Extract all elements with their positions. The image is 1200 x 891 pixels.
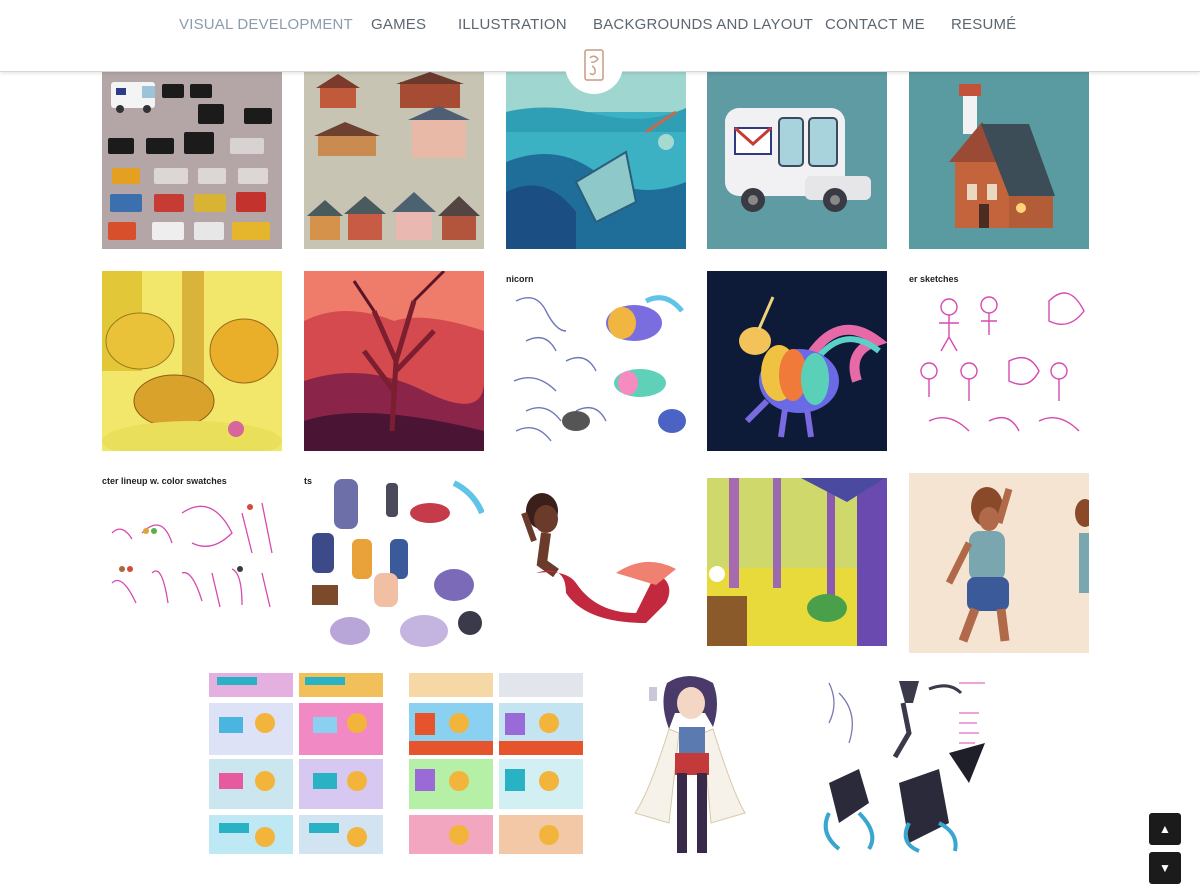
character-designs-thumbnail [304, 473, 484, 649]
gallery-tile-yellow-forest[interactable] [707, 478, 887, 646]
character-lineup-thumbnail [102, 473, 282, 620]
lighthouse-house-thumbnail [909, 72, 1089, 249]
character-sketches-thumbnail [909, 271, 1089, 451]
logo-emblem-icon [584, 49, 604, 81]
gallery-tile-rainbow-unicorn[interactable] [707, 271, 887, 451]
mermaid-thumbnail [506, 473, 686, 635]
nav-illustration[interactable]: ILLUSTRATION [458, 16, 567, 33]
mail-truck-silhouettes-thumbnail [102, 72, 282, 249]
gallery-tile-witch-sketches[interactable] [809, 673, 989, 854]
gallery-tile-sunken-ship-sea[interactable] [506, 72, 686, 249]
gallery-tile-character-sketches[interactable]: er sketches [909, 271, 1089, 451]
nav-contact-me[interactable]: CONTACT ME [825, 16, 925, 33]
gallery-tile-anime-girl[interactable] [609, 673, 784, 854]
gallery-tile-yellow-swamp[interactable] [102, 271, 282, 451]
triangle-up-icon: ▲ [1159, 822, 1171, 836]
gallery-tile-unicorn-sketches[interactable]: nicorn [506, 271, 686, 451]
sketches-caption: er sketches [909, 274, 959, 284]
gallery-tile-red-forest[interactable] [304, 271, 484, 451]
gallery-tile-game-screens-1[interactable] [209, 673, 384, 854]
red-forest-thumbnail [304, 271, 484, 451]
gallery-tile-character-lineup[interactable]: cter lineup w. color swatches [102, 473, 282, 620]
nav-resume[interactable]: RESUMÉ [951, 16, 1016, 33]
gallery-tile-mermaid[interactable] [506, 473, 686, 635]
gallery-tile-mail-truck-silhouettes[interactable] [102, 72, 282, 249]
houses-thumbnail [304, 72, 484, 249]
gallery-tile-lighthouse-house[interactable] [909, 72, 1089, 249]
mail-truck-thumbnail [707, 72, 887, 249]
sunken-ship-thumbnail [506, 72, 686, 249]
nav-backgrounds-and-layout[interactable]: BACKGROUNDS AND LAYOUT [593, 16, 813, 33]
scroll-down-button[interactable]: ▼ [1149, 852, 1181, 884]
gallery-tile-houses[interactable] [304, 72, 484, 249]
gallery-tile-dancing-girl[interactable] [909, 473, 1089, 653]
unicorn-caption: nicorn [506, 274, 534, 284]
nav-visual-development[interactable]: VISUAL DEVELOPMENT [179, 16, 353, 33]
rainbow-unicorn-thumbnail [707, 271, 887, 451]
characters-caption: ts [304, 476, 313, 486]
yellow-forest-thumbnail [707, 478, 887, 646]
anime-girl-thumbnail [609, 673, 784, 854]
unicorn-sketches-thumbnail [506, 271, 686, 451]
lineup-caption: cter lineup w. color swatches [102, 476, 227, 486]
yellow-swamp-thumbnail [102, 271, 282, 451]
witch-sketches-thumbnail [809, 673, 989, 854]
game-screens-1-thumbnail [209, 673, 384, 854]
scroll-up-button[interactable]: ▲ [1149, 813, 1181, 845]
gallery-tile-character-designs[interactable]: ts [304, 473, 484, 649]
gallery-tile-mail-truck[interactable] [707, 72, 887, 249]
main-nav: VISUAL DEVELOPMENT GAMES ILLUSTRATION BA… [0, 16, 1200, 36]
nav-games[interactable]: GAMES [371, 16, 426, 33]
game-screens-2-thumbnail [409, 673, 584, 854]
gallery-tile-game-screens-2[interactable] [409, 673, 584, 854]
triangle-down-icon: ▼ [1159, 861, 1171, 875]
dancing-girl-thumbnail [909, 473, 1089, 653]
